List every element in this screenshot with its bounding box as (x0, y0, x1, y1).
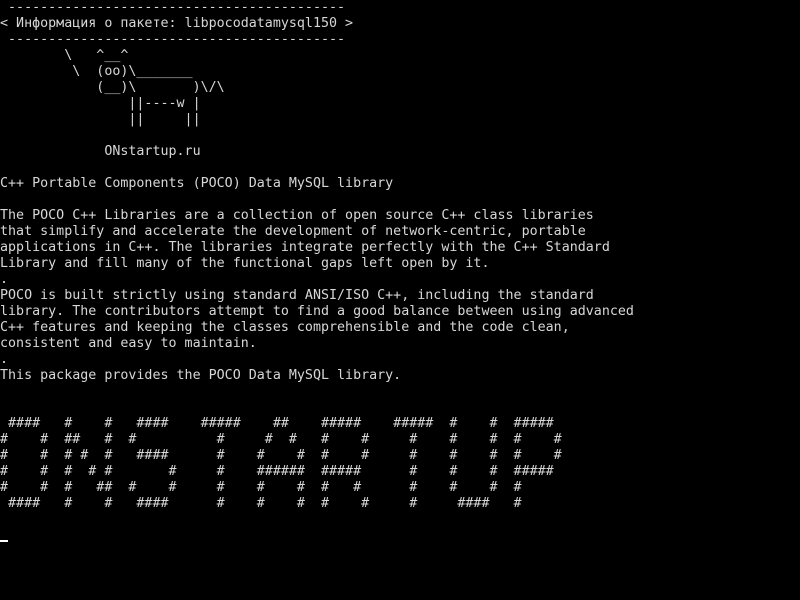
text-cursor (0, 540, 8, 542)
banner-line: #### # # #### # # # # # # #### # (0, 496, 522, 511)
cow-art-line: (__)\ )\/\ (0, 80, 225, 95)
title-rule-top: ----------------------------------------… (0, 0, 346, 15)
cow-art-line: \ (oo)\_______ (0, 64, 193, 79)
cow-art-line: ||----w | (0, 96, 201, 111)
terminal-output: ----------------------------------------… (0, 0, 800, 552)
title-rule-bottom: ----------------------------------------… (0, 32, 346, 47)
description-line: . (0, 352, 9, 367)
branding-text: ONstartup.ru (0, 144, 201, 159)
description-line: POCO is built strictly using standard AN… (0, 288, 594, 303)
banner-line: #### # # #### ##### ## ##### ##### # # #… (0, 416, 554, 431)
description-line: C++ features and keeping the classes com… (0, 320, 570, 335)
description-line: consistent and easy to maintain. (0, 336, 257, 351)
cow-art-line: || || (0, 112, 201, 127)
cow-art-line: \ ^__^ (0, 48, 129, 63)
description-line: This package provides the POCO Data MySQ… (0, 368, 402, 383)
banner-line: # # # # # #### # # # # # # # # # # (0, 448, 562, 463)
banner-line: # # # # # # # ###### ##### # # # ##### (0, 464, 554, 479)
description-line: applications in C++. The libraries integ… (0, 240, 610, 255)
package-summary: C++ Portable Components (POCO) Data MySQ… (0, 176, 394, 191)
description-line: The POCO C++ Libraries are a collection … (0, 208, 594, 223)
description-line: library. The contributors attempt to fin… (0, 304, 634, 319)
terminal-screen[interactable]: ----------------------------------------… (0, 0, 800, 600)
banner-line: # # ## # # # # # # # # # # # # (0, 432, 562, 447)
description-line: . (0, 272, 9, 287)
banner-line: # # # ## # # # # # # # # # # # (0, 480, 522, 495)
description-line: that simplify and accelerate the develop… (0, 224, 586, 239)
description-line: Library and fill many of the functional … (0, 256, 490, 271)
package-info-title: < Информация о пакете: libpocodatamysql1… (0, 16, 354, 31)
